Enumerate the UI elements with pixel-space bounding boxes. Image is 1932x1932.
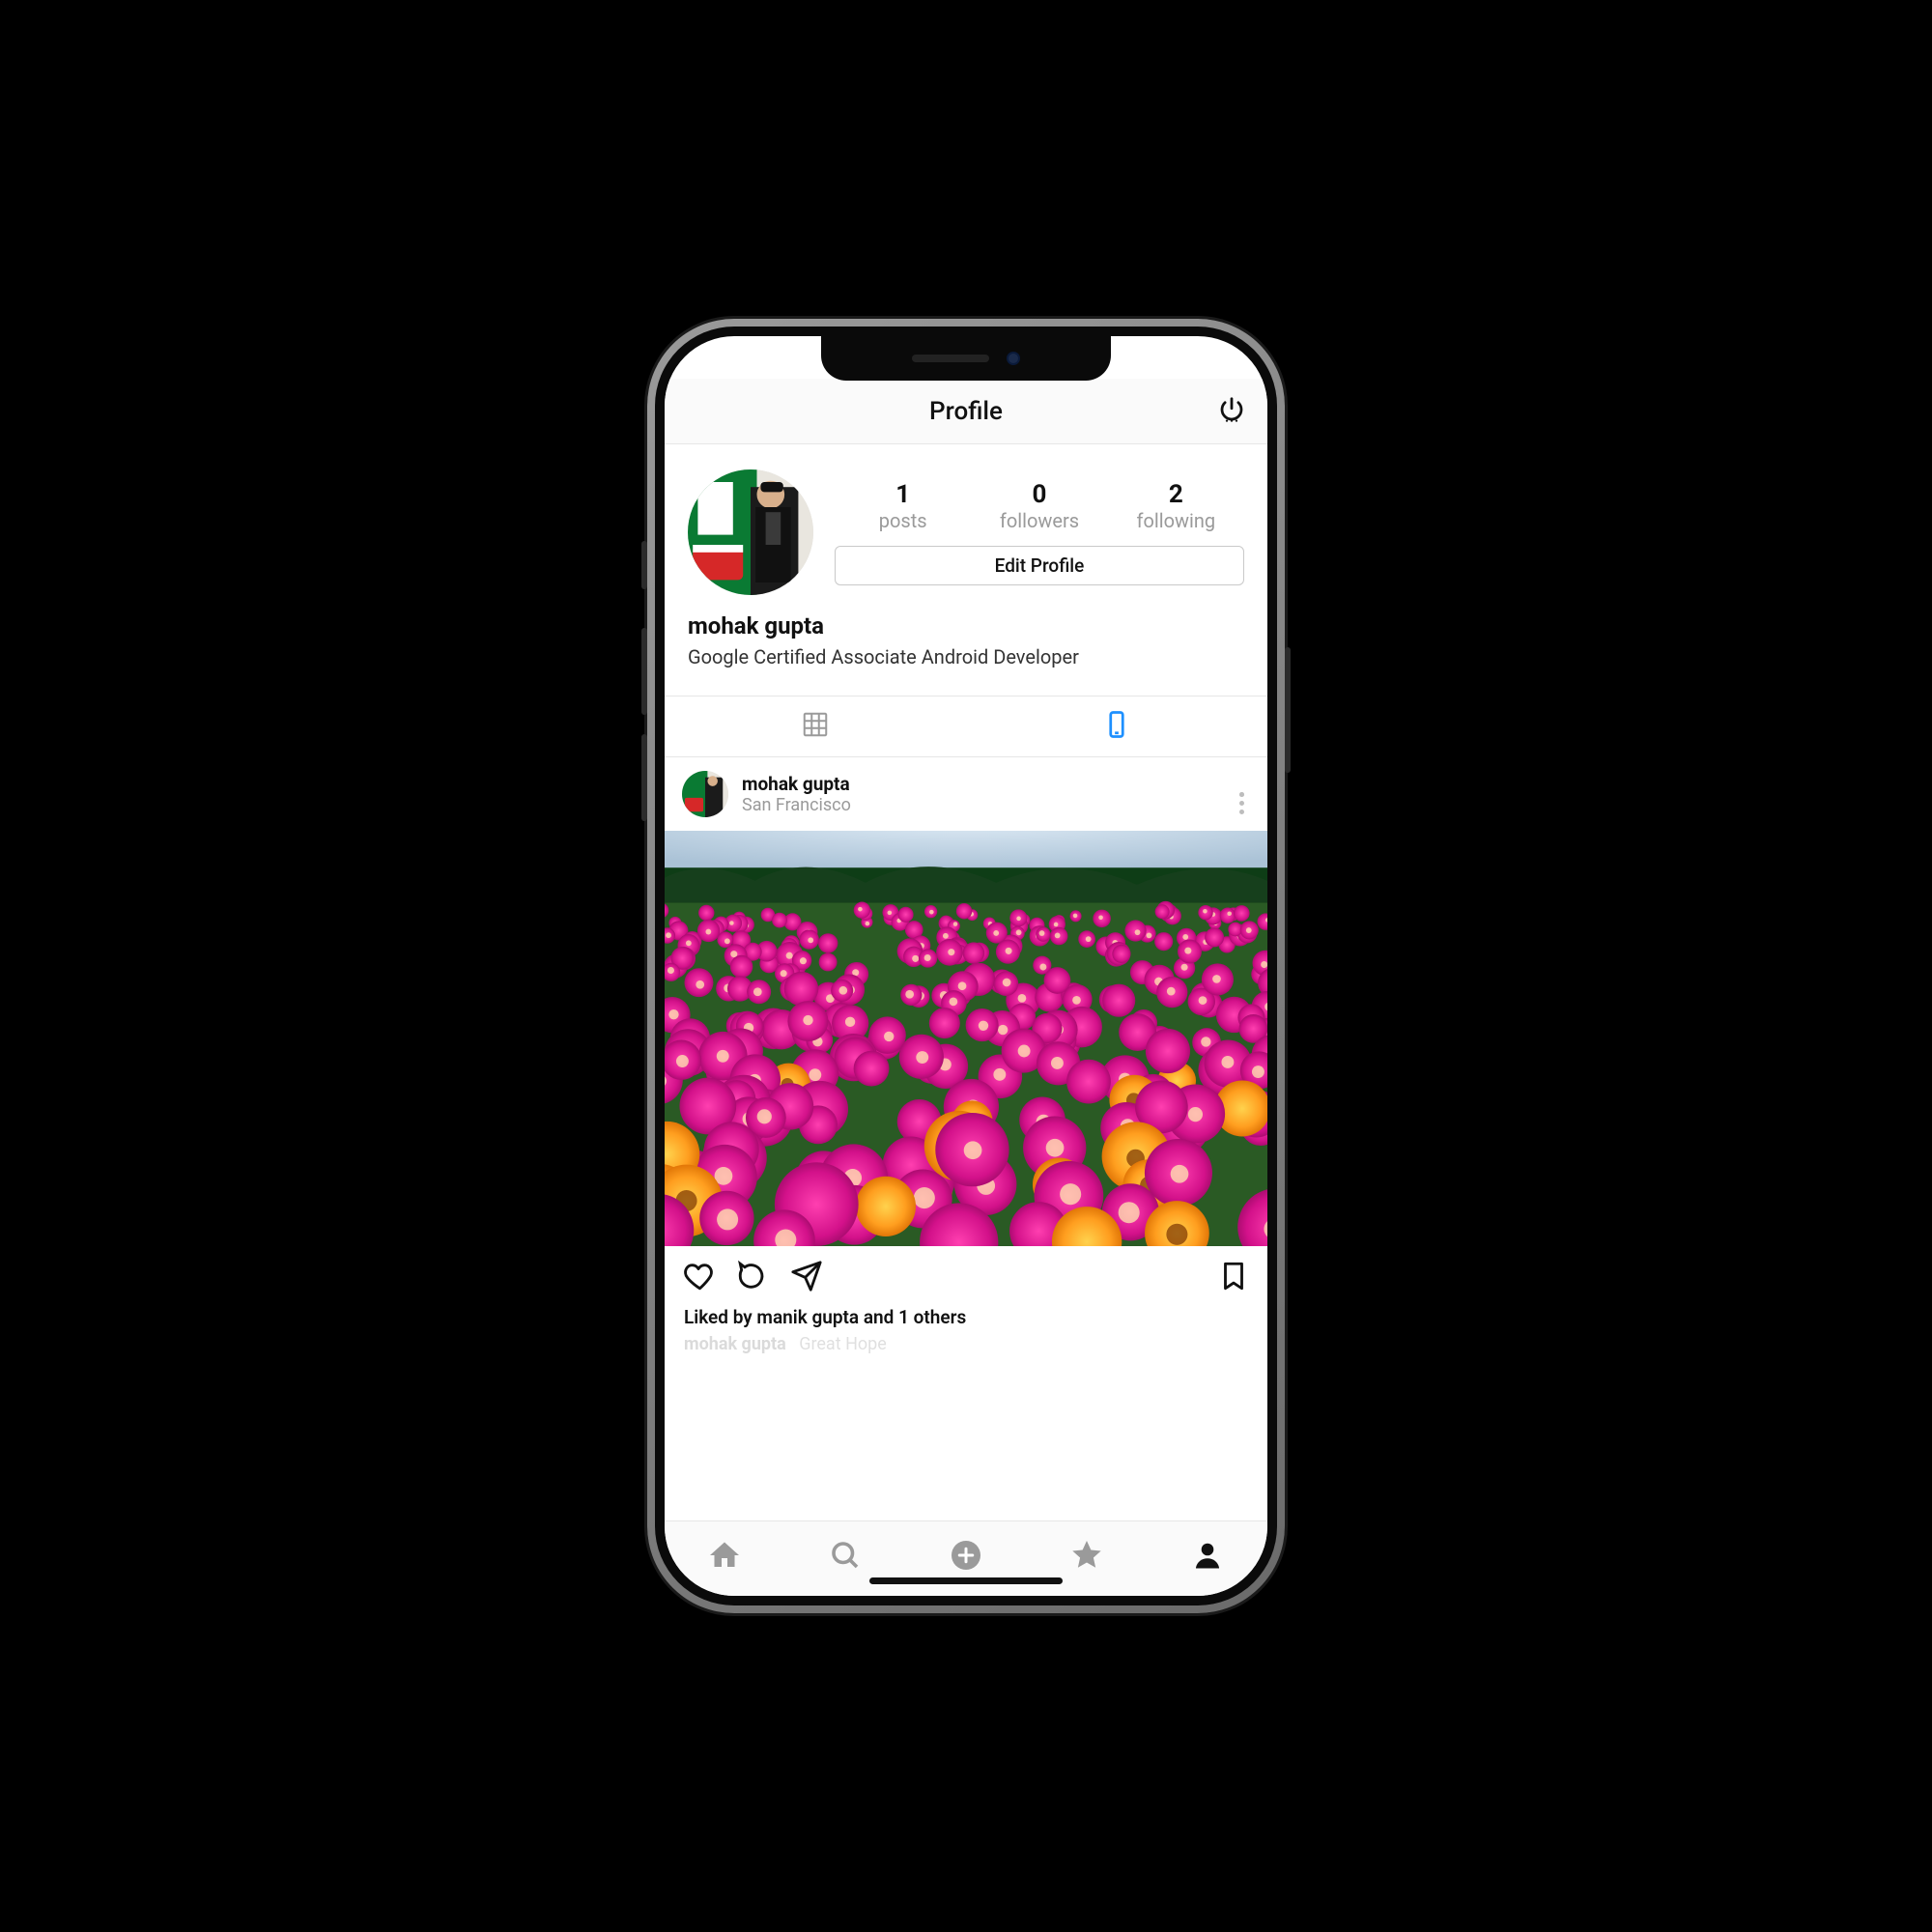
post-location[interactable]: San Francisco: [742, 795, 1220, 815]
navbar: Profile: [665, 379, 1267, 444]
stat-following[interactable]: 2 following: [1108, 480, 1244, 532]
nav-search[interactable]: [785, 1538, 906, 1577]
phone-icon: [1102, 710, 1131, 743]
post-avatar[interactable]: [682, 771, 728, 817]
post-caption-text: Great Hope: [799, 1334, 887, 1354]
post-actions: [665, 1246, 1267, 1302]
nav-add[interactable]: [906, 1538, 1027, 1577]
post-caption: mohak gupta Great Hope: [665, 1332, 1267, 1356]
post-header: mohak gupta San Francisco: [665, 757, 1267, 831]
volume-up-button: [641, 628, 647, 715]
comment-button[interactable]: [736, 1260, 769, 1296]
person-icon: [1190, 1538, 1225, 1577]
power-menu-icon[interactable]: [1217, 395, 1246, 428]
bookmark-button[interactable]: [1217, 1260, 1250, 1296]
like-button[interactable]: [682, 1260, 715, 1296]
stat-following-label: following: [1108, 509, 1244, 532]
screen: Profile: [665, 336, 1267, 1596]
nav-activity[interactable]: [1026, 1538, 1147, 1577]
stat-posts[interactable]: 1 posts: [835, 480, 971, 532]
bottom-nav: [665, 1520, 1267, 1596]
phone-frame: Profile: [647, 319, 1285, 1613]
profile-bio-text: Google Certified Associate Android Devel…: [688, 645, 1244, 668]
edit-profile-button[interactable]: Edit Profile: [835, 546, 1244, 585]
more-vertical-icon: [1239, 792, 1244, 797]
profile-header: 1 posts 0 followers 2 following: [665, 444, 1267, 605]
profile-name: mohak gupta: [688, 612, 1244, 639]
post-username[interactable]: mohak gupta: [742, 773, 1220, 795]
stat-followers[interactable]: 0 followers: [971, 480, 1107, 532]
nav-profile[interactable]: [1147, 1538, 1267, 1577]
stat-followers-count: 0: [971, 480, 1107, 509]
home-icon: [707, 1538, 742, 1577]
stat-following-count: 2: [1108, 480, 1244, 509]
power-button: [1285, 647, 1291, 773]
post-likes-text[interactable]: Liked by manik gupta and 1 others: [665, 1302, 1267, 1332]
volume-down-button: [641, 734, 647, 821]
profile-bio: mohak gupta Google Certified Associate A…: [665, 605, 1267, 696]
tab-feed[interactable]: [966, 696, 1267, 756]
profile-stats: 1 posts 0 followers 2 following: [835, 480, 1244, 532]
stat-posts-label: posts: [835, 509, 971, 532]
tab-grid[interactable]: [665, 696, 966, 756]
add-circle-icon: [949, 1538, 983, 1577]
share-button[interactable]: [790, 1260, 823, 1296]
grid-icon: [801, 710, 830, 743]
stat-followers-label: followers: [971, 509, 1107, 532]
notch: [821, 336, 1111, 381]
stat-posts-count: 1: [835, 480, 971, 509]
search-icon: [828, 1538, 863, 1577]
star-icon: [1069, 1538, 1104, 1577]
post-caption-user[interactable]: mohak gupta: [684, 1334, 786, 1354]
post-more-button[interactable]: [1234, 788, 1250, 801]
home-indicator[interactable]: [869, 1577, 1063, 1584]
page-title: Profile: [929, 397, 1003, 426]
profile-view-tabs: [665, 696, 1267, 757]
side-button: [641, 541, 647, 589]
nav-home[interactable]: [665, 1538, 785, 1577]
profile-avatar[interactable]: [688, 469, 813, 595]
post-image[interactable]: [665, 831, 1267, 1246]
